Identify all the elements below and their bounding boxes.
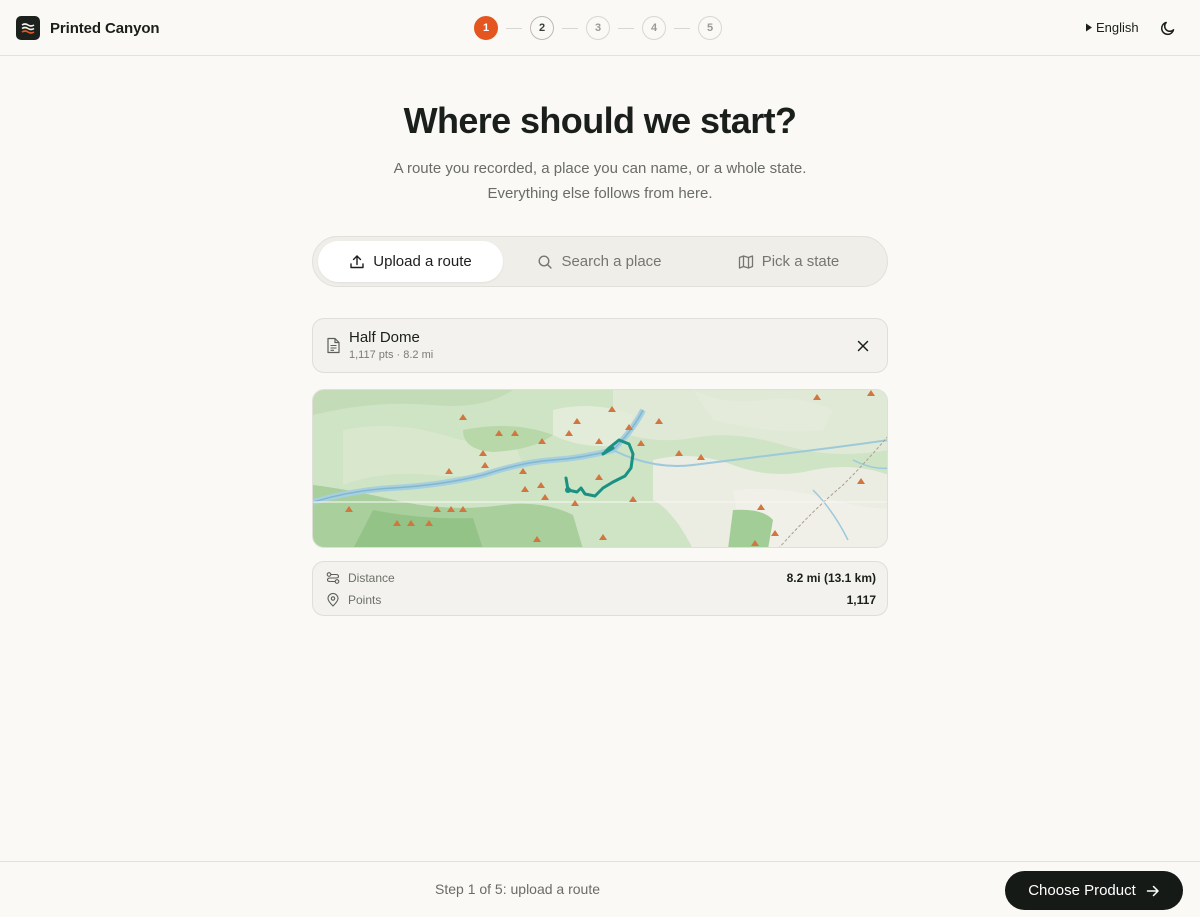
- route-map-preview[interactable]: [312, 389, 888, 548]
- top-header: Printed Canyon 1 2 3 4 5 English: [0, 0, 1200, 56]
- search-icon: [538, 254, 553, 269]
- brand[interactable]: Printed Canyon: [16, 16, 160, 40]
- choose-product-button[interactable]: Choose Product: [1005, 871, 1183, 910]
- map-icon: [738, 254, 753, 269]
- caret-right-icon: [1086, 23, 1092, 32]
- step-5[interactable]: 5: [698, 16, 722, 40]
- step-2[interactable]: 2: [530, 16, 554, 40]
- remove-file-button[interactable]: [855, 338, 871, 354]
- page-title: Where should we start?: [403, 100, 797, 141]
- tab-label: Upload a route: [373, 253, 472, 270]
- pin-icon: [326, 593, 340, 607]
- stat-value: 1,117: [846, 593, 876, 607]
- arrow-right-icon: [1146, 885, 1159, 896]
- subtitle-line-2: Everything else follows from here.: [487, 185, 713, 202]
- source-tabs: Upload a route Search a place Pick a sta…: [312, 236, 888, 287]
- stat-label: Points: [348, 593, 382, 607]
- tab-label: Search a place: [561, 253, 662, 270]
- step-3[interactable]: 3: [586, 16, 610, 40]
- step-connector: [506, 27, 522, 29]
- file-icon: [327, 337, 340, 354]
- step-connector: [618, 27, 634, 29]
- progress-stepper: 1 2 3 4 5: [474, 16, 722, 40]
- upload-icon: [350, 254, 364, 268]
- tab-pick-state[interactable]: Pick a state: [696, 241, 881, 282]
- tab-search-place[interactable]: Search a place: [507, 241, 692, 282]
- theme-toggle-button[interactable]: [1158, 18, 1178, 38]
- stat-distance: Distance 8.2 mi (13.1 km): [326, 569, 876, 587]
- tab-upload-route[interactable]: Upload a route: [318, 241, 503, 282]
- stat-points: Points 1,117: [326, 591, 876, 609]
- file-name: Half Dome: [349, 329, 420, 346]
- language-label: English: [1096, 20, 1139, 35]
- step-1[interactable]: 1: [474, 16, 498, 40]
- route-stats: Distance 8.2 mi (13.1 km) Points 1,117: [312, 561, 888, 616]
- step-4[interactable]: 4: [642, 16, 666, 40]
- step-connector: [562, 27, 578, 29]
- stat-value: 8.2 mi (13.1 km): [786, 571, 876, 585]
- moon-icon: [1160, 21, 1175, 36]
- step-status-text: Step 1 of 5: upload a route: [435, 881, 601, 897]
- bottom-bar: Step 1 of 5: upload a route Choose Produ…: [0, 861, 1200, 917]
- stat-label: Distance: [348, 571, 395, 585]
- button-label: Choose Product: [1028, 882, 1136, 899]
- language-selector[interactable]: English: [1085, 20, 1139, 35]
- map-image: [313, 390, 887, 547]
- step-connector: [674, 27, 690, 29]
- logo-icon: [16, 16, 40, 40]
- page-subtitle: A route you recorded, a place you can na…: [0, 156, 1200, 206]
- brand-name: Printed Canyon: [50, 19, 160, 37]
- route-icon: [326, 571, 340, 585]
- tab-label: Pick a state: [761, 253, 840, 270]
- file-meta: 1,117 pts · 8.2 mi: [349, 349, 434, 361]
- uploaded-file-card: Half Dome 1,117 pts · 8.2 mi: [312, 318, 888, 373]
- subtitle-line-1: A route you recorded, a place you can na…: [393, 160, 807, 177]
